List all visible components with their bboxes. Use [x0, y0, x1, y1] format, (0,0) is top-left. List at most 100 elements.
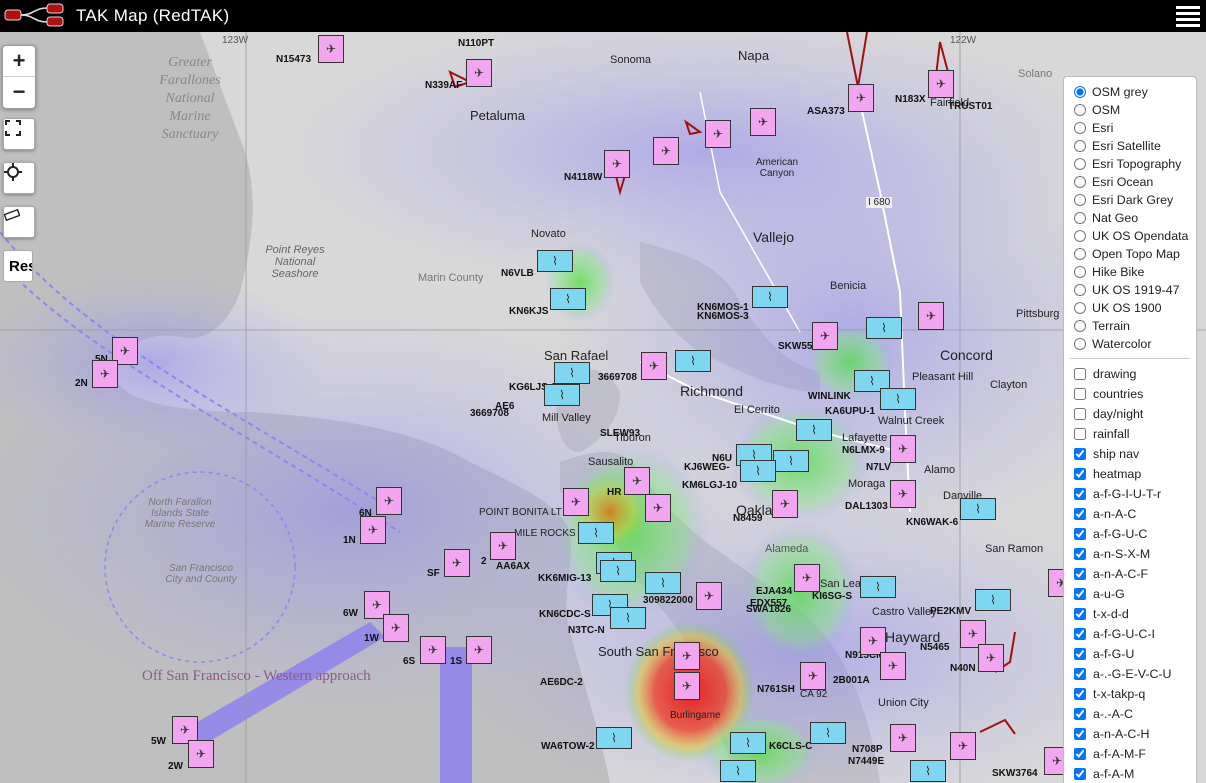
overlay-option[interactable]: a-f-G-I-U-T-r [1072, 484, 1196, 504]
marker-label[interactable]: N6VLB [501, 268, 534, 279]
zoom-in-button[interactable]: + [3, 46, 35, 77]
marker-label[interactable]: KK6MIG-13 [538, 573, 591, 584]
aircraft-marker-icon[interactable]: ✈ [490, 532, 516, 560]
marker-label[interactable]: K6CLS-C [769, 741, 812, 752]
base-layer-option[interactable]: Esri Ocean [1072, 173, 1196, 191]
base-layer-radio[interactable] [1074, 230, 1086, 242]
overlay-option[interactable]: t-x-takp-q [1072, 684, 1196, 704]
overlay-option[interactable]: drawing [1072, 364, 1196, 384]
aircraft-marker-icon[interactable]: ✈ [950, 732, 976, 760]
overlay-option[interactable]: a-f-G-U-C [1072, 524, 1196, 544]
aircraft-marker-icon[interactable]: ✈ [978, 644, 1004, 672]
marker-label[interactable]: KN6WAK-6 [906, 517, 958, 528]
marker-label[interactable]: EJA434 [756, 586, 792, 597]
ship-marker-icon[interactable]: ⌇ [773, 450, 809, 472]
aircraft-marker-icon[interactable]: ✈ [360, 516, 386, 544]
aircraft-marker-icon[interactable]: ✈ [928, 70, 954, 98]
aircraft-marker-icon[interactable]: ✈ [376, 487, 402, 515]
overlay-checkbox[interactable] [1074, 428, 1086, 440]
base-layer-radio[interactable] [1074, 158, 1086, 170]
overlay-checkbox[interactable] [1074, 408, 1086, 420]
overlay-option[interactable]: a-n-A-C-H [1072, 724, 1196, 744]
marker-label[interactable]: 2 [481, 556, 487, 567]
ship-marker-icon[interactable]: ⌇ [720, 760, 756, 782]
marker-label[interactable]: PE2KMV [930, 606, 971, 617]
aircraft-marker-icon[interactable]: ✈ [890, 480, 916, 508]
ship-marker-icon[interactable]: ⌇ [554, 362, 590, 384]
overlay-option[interactable]: rainfall [1072, 424, 1196, 444]
marker-label[interactable]: SLEW93 [600, 428, 640, 439]
base-layer-radio[interactable] [1074, 122, 1086, 134]
overlay-option[interactable]: heatmap [1072, 464, 1196, 484]
aircraft-marker-icon[interactable]: ✈ [563, 488, 589, 516]
base-layer-radio[interactable] [1074, 266, 1086, 278]
base-layer-option[interactable]: Open Topo Map [1072, 245, 1196, 263]
marker-label[interactable]: N6LMX-9 [842, 445, 885, 456]
marker-label[interactable]: WINLINK [808, 391, 851, 402]
marker-label[interactable]: N110PT [458, 38, 494, 49]
marker-label[interactable]: N4118W [564, 172, 602, 183]
aircraft-marker-icon[interactable]: ✈ [800, 662, 826, 690]
overlay-checkbox[interactable] [1074, 548, 1086, 560]
base-layer-radio[interactable] [1074, 86, 1086, 98]
aircraft-marker-icon[interactable]: ✈ [880, 652, 906, 680]
aircraft-marker-icon[interactable]: ✈ [674, 642, 700, 670]
aircraft-marker-icon[interactable]: ✈ [860, 627, 886, 655]
overlay-checkbox[interactable] [1074, 488, 1086, 500]
aircraft-marker-icon[interactable]: ✈ [466, 636, 492, 664]
marker-label[interactable]: 5W [151, 736, 166, 747]
ship-marker-icon[interactable]: ⌇ [880, 388, 916, 410]
hamburger-menu-icon[interactable] [1176, 3, 1200, 27]
overlay-option[interactable]: t-x-d-d [1072, 604, 1196, 624]
ship-marker-icon[interactable]: ⌇ [600, 560, 636, 582]
base-layer-radio[interactable] [1074, 248, 1086, 260]
ship-marker-icon[interactable]: ⌇ [645, 572, 681, 594]
marker-label[interactable]: 6S [403, 656, 415, 667]
base-layer-option[interactable]: UK OS 1900 [1072, 299, 1196, 317]
overlay-option[interactable]: a-f-G-U-C-I [1072, 624, 1196, 644]
base-layer-radio[interactable] [1074, 104, 1086, 116]
overlay-option[interactable]: a-n-S-X-M [1072, 544, 1196, 564]
overlay-checkbox[interactable] [1074, 768, 1086, 780]
marker-label[interactable]: 1S [450, 656, 462, 667]
ship-marker-icon[interactable]: ⌇ [866, 317, 902, 339]
overlay-option[interactable]: a-.-A-C [1072, 704, 1196, 724]
marker-label[interactable]: 6W [343, 608, 358, 619]
overlay-checkbox[interactable] [1074, 608, 1086, 620]
overlay-checkbox[interactable] [1074, 748, 1086, 760]
base-layer-option[interactable]: OSM [1072, 101, 1196, 119]
ship-marker-icon[interactable]: ⌇ [730, 732, 766, 754]
marker-label[interactable]: AE6 [495, 401, 514, 412]
marker-label[interactable]: N7LV [866, 462, 891, 473]
marker-label[interactable]: 1N [343, 535, 356, 546]
aircraft-marker-icon[interactable]: ✈ [674, 672, 700, 700]
aircraft-marker-icon[interactable]: ✈ [641, 352, 667, 380]
marker-label[interactable]: N15473 [276, 54, 311, 65]
aircraft-marker-icon[interactable]: ✈ [466, 59, 492, 87]
aircraft-marker-icon[interactable]: ✈ [604, 150, 630, 178]
aircraft-marker-icon[interactable]: ✈ [624, 467, 650, 495]
aircraft-marker-icon[interactable]: ✈ [812, 322, 838, 350]
marker-label[interactable]: 2W [168, 761, 183, 772]
reset-button[interactable]: Res [3, 250, 33, 282]
base-layer-radio[interactable] [1074, 140, 1086, 152]
aircraft-marker-icon[interactable]: ✈ [848, 84, 874, 112]
base-layer-radio[interactable] [1074, 320, 1086, 332]
ship-marker-icon[interactable]: ⌇ [537, 250, 573, 272]
overlay-option[interactable]: a-f-A-M-F [1072, 744, 1196, 764]
marker-label[interactable]: 309822000 [643, 595, 693, 606]
ship-marker-icon[interactable]: ⌇ [610, 607, 646, 629]
marker-label[interactable]: KN6CDC-S [539, 609, 591, 620]
base-layer-radio[interactable] [1074, 302, 1086, 314]
ship-marker-icon[interactable]: ⌇ [810, 722, 846, 744]
overlay-checkbox[interactable] [1074, 508, 1086, 520]
overlay-option[interactable]: a-f-G-U [1072, 644, 1196, 664]
marker-label[interactable]: N708P [852, 744, 883, 755]
base-layer-option[interactable]: Watercolor [1072, 335, 1196, 353]
marker-label[interactable]: N6U [712, 453, 732, 464]
aircraft-marker-icon[interactable]: ✈ [705, 120, 731, 148]
aircraft-marker-icon[interactable]: ✈ [92, 360, 118, 388]
locate-button[interactable] [3, 162, 35, 194]
ship-marker-icon[interactable]: ⌇ [596, 727, 632, 749]
ship-marker-icon[interactable]: ⌇ [578, 522, 614, 544]
